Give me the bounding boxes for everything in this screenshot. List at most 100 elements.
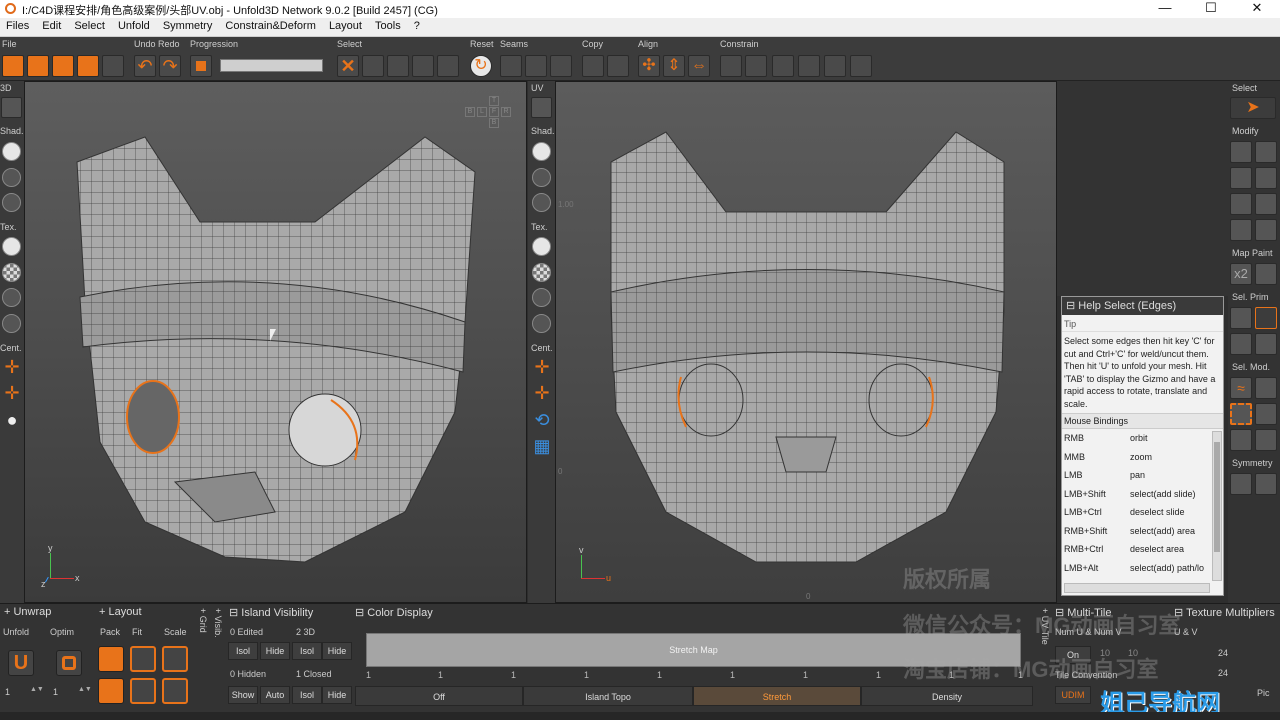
uv-texture-pattern-icon[interactable] bbox=[532, 288, 551, 307]
relax-icon[interactable] bbox=[1230, 219, 1252, 241]
align-horizontal-icon[interactable]: ⇔ bbox=[688, 55, 710, 77]
hide-3d-button[interactable]: Hide bbox=[322, 642, 352, 660]
uv-texture-checker-icon[interactable] bbox=[532, 263, 551, 282]
optim-iterations[interactable]: 1 bbox=[53, 687, 58, 697]
viewcube-back[interactable]: B bbox=[465, 107, 475, 117]
menu-edit[interactable]: Edit bbox=[42, 18, 61, 34]
multiplier-u-field[interactable]: 24 bbox=[1218, 648, 1228, 658]
select-border-icon[interactable] bbox=[412, 55, 434, 77]
uv-center-selection-icon[interactable]: ✛ bbox=[532, 384, 552, 404]
texture-off-icon[interactable] bbox=[2, 237, 21, 256]
menu-symmetry[interactable]: Symmetry bbox=[163, 18, 213, 34]
scale-button[interactable] bbox=[162, 646, 188, 672]
weld-seam-icon[interactable] bbox=[525, 55, 547, 77]
island-select-icon[interactable] bbox=[1255, 333, 1277, 355]
pack-all-button[interactable] bbox=[98, 678, 124, 704]
rotate-icon[interactable] bbox=[1255, 141, 1277, 163]
move-icon[interactable] bbox=[1230, 141, 1252, 163]
select-invert-icon[interactable] bbox=[437, 55, 459, 77]
uv-shading-wire-icon[interactable] bbox=[532, 168, 551, 187]
optimize-button[interactable] bbox=[56, 650, 82, 676]
unfold-iterations[interactable]: 1 bbox=[5, 687, 10, 697]
face-select-icon[interactable] bbox=[1230, 333, 1252, 355]
symmetry-axis-icon[interactable] bbox=[1255, 473, 1277, 495]
viewcube-bottom[interactable]: B bbox=[489, 118, 499, 128]
stop-progression-icon[interactable] bbox=[190, 55, 212, 77]
pin-icon[interactable] bbox=[720, 55, 742, 77]
menu-constrain-deform[interactable]: Constrain&Deform bbox=[225, 18, 315, 34]
x2-button[interactable]: x2 bbox=[1230, 263, 1252, 285]
constrain-vertical-icon[interactable] bbox=[798, 55, 820, 77]
menu-tools[interactable]: Tools bbox=[375, 18, 401, 34]
symmetry-mirror-icon[interactable] bbox=[1230, 473, 1252, 495]
save-as-icon[interactable] bbox=[77, 55, 99, 77]
stretch-icon[interactable] bbox=[1255, 167, 1277, 189]
show-button[interactable]: Show bbox=[228, 686, 258, 704]
hide-edited-button[interactable]: Hide bbox=[260, 642, 290, 660]
texture-u-icon[interactable] bbox=[2, 314, 21, 333]
select-tool-icon[interactable]: ➤ bbox=[1230, 97, 1276, 119]
lasso-select-icon[interactable] bbox=[1255, 403, 1277, 425]
paste-icon[interactable] bbox=[607, 55, 629, 77]
menu-unfold[interactable]: Unfold bbox=[118, 18, 150, 34]
hide-closed-button[interactable]: Hide bbox=[322, 686, 352, 704]
light-bulb-icon[interactable]: ● bbox=[2, 411, 22, 431]
import-file-icon[interactable] bbox=[27, 55, 49, 77]
texture-pattern-icon[interactable] bbox=[2, 288, 21, 307]
menu-layout[interactable]: Layout bbox=[329, 18, 362, 34]
reset-icon[interactable]: ↻ bbox=[470, 55, 492, 77]
center-selection-icon[interactable]: ✛ bbox=[2, 384, 22, 404]
auto-seam-icon[interactable] bbox=[550, 55, 572, 77]
copy-icon[interactable] bbox=[582, 55, 604, 77]
camera-icon[interactable] bbox=[1255, 219, 1277, 241]
viewport-uv[interactable]: 1.00 0 0 v u bbox=[555, 81, 1057, 603]
texture-checker-icon[interactable] bbox=[2, 263, 21, 282]
scale-icon[interactable] bbox=[1230, 167, 1252, 189]
uv-shading-mixed-icon[interactable] bbox=[532, 193, 551, 212]
loop-select-icon[interactable] bbox=[1255, 377, 1277, 399]
viewcube-front[interactable]: F bbox=[489, 107, 499, 117]
multiplier-v-field[interactable]: 24 bbox=[1218, 668, 1228, 678]
constrain-horizontal-icon[interactable] bbox=[772, 55, 794, 77]
close-button[interactable]: ✕ bbox=[1234, 0, 1280, 18]
minimize-button[interactable]: — bbox=[1142, 0, 1188, 18]
vertex-select-icon[interactable] bbox=[1230, 307, 1252, 329]
center-icon[interactable]: ✛ bbox=[2, 358, 22, 378]
uv-texture-u-icon[interactable] bbox=[532, 314, 551, 333]
pack-button[interactable] bbox=[98, 646, 124, 672]
menu-help[interactable]: ? bbox=[414, 18, 420, 34]
help-hscrollbar[interactable] bbox=[1064, 583, 1210, 593]
fit-all-button[interactable] bbox=[130, 678, 156, 704]
viewcube-top[interactable]: T bbox=[489, 96, 499, 106]
snapshot-icon[interactable] bbox=[102, 55, 124, 77]
help-scrollbar[interactable] bbox=[1212, 431, 1222, 581]
shading-solid-icon[interactable] bbox=[2, 142, 21, 161]
fit-button[interactable] bbox=[130, 646, 156, 672]
view-cube[interactable]: T B B L F R bbox=[463, 94, 513, 130]
auto-button[interactable]: Auto bbox=[260, 686, 290, 704]
viewcube-right[interactable]: R bbox=[501, 107, 511, 117]
uv-grid-icon[interactable]: ▦ bbox=[532, 437, 552, 457]
viewport-3d[interactable]: T B B L F R y x z bbox=[24, 81, 527, 603]
tab-density[interactable]: Density bbox=[861, 686, 1033, 706]
menu-select[interactable]: Select bbox=[74, 18, 105, 34]
edge-select-icon[interactable] bbox=[1255, 307, 1277, 329]
unpin-icon[interactable] bbox=[745, 55, 767, 77]
constrain-grid-icon[interactable] bbox=[824, 55, 846, 77]
tab-off[interactable]: Off bbox=[355, 686, 523, 706]
brush-select-icon[interactable] bbox=[1255, 429, 1277, 451]
frame-3d-icon[interactable] bbox=[1, 97, 22, 118]
uv-lock-icon[interactable]: ⟲ bbox=[532, 411, 552, 431]
isol-closed-button[interactable]: Isol bbox=[292, 686, 322, 704]
save-file-icon[interactable] bbox=[52, 55, 74, 77]
maximize-button[interactable]: ☐ bbox=[1188, 0, 1234, 18]
tab-stretch[interactable]: Stretch bbox=[693, 686, 861, 706]
undo-icon[interactable]: ↶ bbox=[134, 55, 156, 77]
align-vertical-icon[interactable]: ⇕ bbox=[663, 55, 685, 77]
path-select-icon[interactable] bbox=[1230, 429, 1252, 451]
viewcube-left[interactable]: L bbox=[477, 107, 487, 117]
area-select-icon[interactable] bbox=[1230, 403, 1252, 425]
isol-3d-button[interactable]: Isol bbox=[292, 642, 322, 660]
unfold-button[interactable]: U bbox=[8, 650, 34, 676]
redo-icon[interactable]: ↷ bbox=[159, 55, 181, 77]
